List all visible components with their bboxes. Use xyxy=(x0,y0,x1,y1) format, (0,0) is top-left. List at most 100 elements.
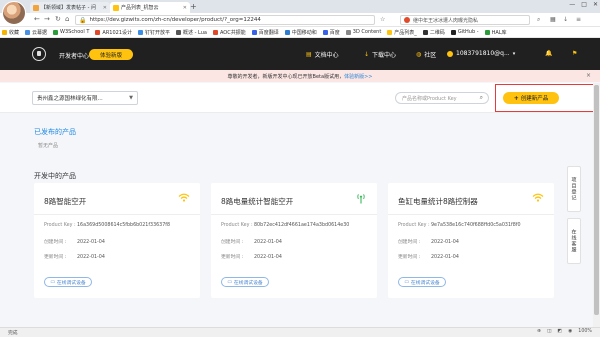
experience-new-version-button[interactable]: 体验新版 xyxy=(89,49,133,60)
notice-link[interactable]: 体验新版>> xyxy=(344,73,372,80)
updated-row: 更新时间 : 2022-01-04 xyxy=(44,253,105,260)
card-divider xyxy=(34,214,200,215)
product-key-label: Product Key : xyxy=(398,223,430,228)
close-icon[interactable]: × xyxy=(586,72,591,79)
debug-label: 在线调试设备 xyxy=(233,280,263,286)
gizwits-logo-icon[interactable] xyxy=(32,47,46,61)
created-label: 创建时间 : xyxy=(398,240,421,245)
updated-row: 更新时间 : 2022-01-04 xyxy=(221,253,282,260)
bookmark-item[interactable]: 百度翻译 xyxy=(251,29,279,36)
bookmark-item[interactable]: HAL库 xyxy=(484,29,507,36)
status-tool-icon[interactable]: ◉ xyxy=(568,329,572,334)
back-icon[interactable]: ← xyxy=(34,15,40,24)
product-key-label: Product Key : xyxy=(44,223,76,228)
bookmark-favicon-icon xyxy=(212,29,218,35)
bookmark-item[interactable]: 收藏 xyxy=(2,29,19,36)
browser-tab-product-list[interactable]: 产品列表_机智云 ✕ xyxy=(110,2,190,13)
browser-tab-forum[interactable]: 【新领域】发表帖子 - 问 ✕ xyxy=(30,2,110,13)
notification-button[interactable]: 🔔 xyxy=(545,50,555,57)
create-product-button[interactable]: + 创建新产品 xyxy=(503,92,559,104)
bookmark-favicon-icon xyxy=(345,29,351,35)
bookmark-label: 百度 xyxy=(329,29,340,36)
bookmark-item[interactable]: 二维码 xyxy=(422,29,445,36)
project-register-tab[interactable]: 项目登记 xyxy=(567,166,581,212)
window-controls: — □ ✕ xyxy=(569,1,598,8)
menu-icon[interactable]: ≡ xyxy=(576,16,581,23)
scrollbar-thumb[interactable] xyxy=(594,85,599,315)
monitor-icon: ▭ xyxy=(404,279,409,285)
created-value: 2022-01-04 xyxy=(77,240,105,245)
product-key-value: 80b72ec412df4661ae174a3bd0614e30 xyxy=(254,223,350,228)
close-icon[interactable]: ✕ xyxy=(103,5,107,11)
user-avatar[interactable] xyxy=(2,1,26,25)
product-search-input[interactable]: 产品名称或Product Key ⌕ xyxy=(395,92,489,104)
extensions-icon[interactable]: ▦ xyxy=(550,16,556,23)
bell-icon: 🔔 xyxy=(545,50,553,57)
zoom-level[interactable]: 100% xyxy=(578,329,592,334)
bookmark-item[interactable]: 中国移动和 xyxy=(284,29,317,36)
forward-icon[interactable]: → xyxy=(44,15,50,24)
updated-label: 更新时间 : xyxy=(398,255,421,260)
status-tool-icon[interactable]: ⊕ xyxy=(537,329,541,334)
nav-community[interactable]: ◍ 社区 xyxy=(416,50,436,59)
search-icon[interactable]: ⌕ xyxy=(480,94,483,102)
nav-download-center[interactable]: ↓ 下载中心 xyxy=(364,50,396,59)
product-key-label: Product Key : xyxy=(221,223,253,228)
product-card[interactable]: 8路电量统计智能空开 Product Key :80b72ec412df4661… xyxy=(211,183,377,298)
bookmark-item[interactable]: 钉钉开放平 xyxy=(138,29,170,36)
extra-menu-button[interactable]: ⚑ xyxy=(572,50,580,57)
online-service-tab[interactable]: 在线客服 xyxy=(567,218,581,264)
bookmark-label: 云幕据 xyxy=(32,29,48,36)
maximize-button[interactable]: □ xyxy=(581,1,587,8)
page-scrollbar[interactable] xyxy=(593,83,600,327)
status-tool-icon[interactable]: ◫ xyxy=(547,329,552,334)
bookmark-item[interactable]: GitHub - xyxy=(450,29,479,35)
online-debug-button[interactable]: ▭ 在线调试设备 xyxy=(398,277,446,287)
nav-doc-center[interactable]: ▤ 文档中心 xyxy=(306,50,339,59)
no-product-text: 暂无产品 xyxy=(38,143,59,149)
new-tab-button[interactable]: + xyxy=(190,2,197,11)
url-input[interactable]: 🔒 https://dev.gizwits.com/zh-cn/develope… xyxy=(75,15,375,25)
created-row: 创建时间 : 2022-01-04 xyxy=(221,238,282,245)
refresh-icon[interactable]: ↻ xyxy=(55,15,61,24)
browser-tab-bar: 【新领域】发表帖子 - 问 ✕ 产品列表_机智云 ✕ + — □ ✕ xyxy=(0,0,600,13)
search-icon[interactable]: ⌕ xyxy=(537,16,540,24)
bookmark-item[interactable]: AOC共振能 xyxy=(212,29,246,36)
status-tools: ⊕ ◫ ◩ ◉ 100% xyxy=(537,329,592,334)
download-icon[interactable]: ↓ xyxy=(563,16,568,23)
product-name: 8路电量统计智能空开 xyxy=(221,197,294,206)
browser-search-text: 继中年王冰冰遭人肉曝光隐私 xyxy=(413,17,479,24)
product-name: 鱼缸电量统计8路控制器 xyxy=(398,197,478,206)
updated-label: 更新时间 : xyxy=(44,255,67,260)
status-tool-icon[interactable]: ◩ xyxy=(558,329,563,334)
organization-select[interactable]: 贵州鑫之源国林绿化有限... ▼ xyxy=(32,91,138,105)
browser-search-input[interactable]: 继中年王冰冰遭人肉曝光隐私 xyxy=(400,15,530,25)
nav-label: 文档中心 xyxy=(314,52,339,59)
star-icon[interactable]: ☆ xyxy=(380,16,385,23)
notice-text: 尊敬的开发者，新版开发中心现已开放Beta版试用， xyxy=(227,73,345,80)
bookmark-item[interactable]: 3D Content xyxy=(345,29,381,35)
tab-favicon xyxy=(113,4,119,11)
bookmark-item[interactable]: 概述 - Lua xyxy=(176,29,207,36)
product-card[interactable]: 鱼缸电量统计8路控制器 Product Key :9e7a538e16c740f… xyxy=(388,183,554,298)
bookmark-item[interactable]: 百度 xyxy=(322,29,340,36)
bookmark-favicon-icon xyxy=(25,29,31,35)
updated-row: 更新时间 : 2022-01-04 xyxy=(398,253,459,260)
product-card[interactable]: 8路智能空开 Product Key :16a369d5008614c5fbb6… xyxy=(34,183,200,298)
bookmark-item[interactable]: 云幕据 xyxy=(25,29,47,36)
beta-notice-banner: 尊敬的开发者，新版开发中心现已开放Beta版试用， 体验新版>> × xyxy=(0,70,600,82)
bookmark-favicon-icon xyxy=(322,29,328,35)
close-window-button[interactable]: ✕ xyxy=(593,1,598,8)
bookmark-favicon-icon xyxy=(95,29,101,35)
home-icon[interactable]: ⌂ xyxy=(65,15,69,24)
bookmark-item[interactable]: W3School T xyxy=(53,29,89,35)
online-debug-button[interactable]: ▭ 在线调试设备 xyxy=(221,277,269,287)
close-icon[interactable]: ✕ xyxy=(183,5,187,11)
debug-label: 在线调试设备 xyxy=(410,280,440,286)
minimize-button[interactable]: — xyxy=(569,1,575,8)
bookmark-item[interactable]: AR1021设计 xyxy=(95,29,132,36)
bookmark-item[interactable]: 产品列表_ xyxy=(387,29,417,36)
online-debug-button[interactable]: ▭ 在线调试设备 xyxy=(44,277,92,287)
user-menu[interactable]: 1083791810@q... ▾ xyxy=(447,50,515,57)
chevron-down-icon: ▾ xyxy=(512,50,516,57)
